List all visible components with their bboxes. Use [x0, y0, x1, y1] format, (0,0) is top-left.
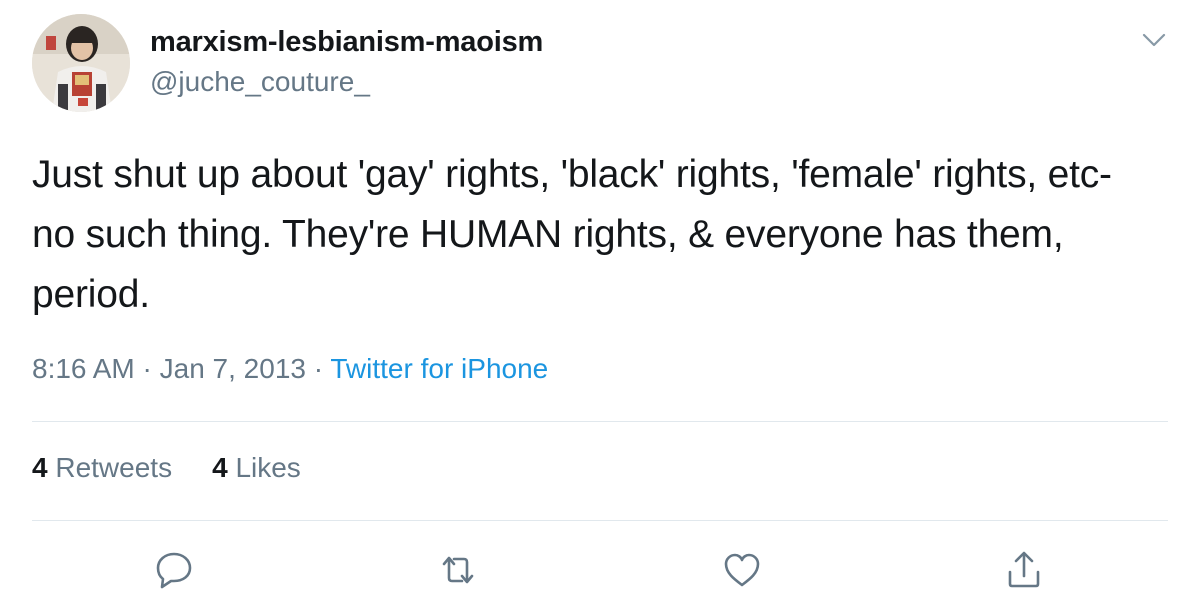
share-icon[interactable]	[1002, 548, 1046, 592]
divider	[32, 421, 1168, 422]
meta-separator: ·	[313, 353, 324, 384]
likes-label: Likes	[235, 452, 301, 483]
tweet-card: marxism-lesbianism-maoism @juche_couture…	[0, 0, 1192, 608]
tweet-time[interactable]: 8:16 AM	[32, 353, 135, 384]
likes-stat[interactable]: 4 Likes	[212, 452, 301, 484]
retweets-count: 4	[32, 452, 48, 483]
tweet-text: Just shut up about 'gay' rights, 'black'…	[32, 153, 1112, 316]
tweet-meta: 8:16 AM · Jan 7, 2013 · Twitter for iPho…	[32, 353, 548, 385]
divider	[32, 520, 1168, 521]
tweet-source-link[interactable]: Twitter for iPhone	[330, 353, 548, 384]
user-handle[interactable]: @juche_couture_	[150, 66, 370, 98]
avatar[interactable]	[32, 14, 130, 112]
retweets-label: Retweets	[55, 452, 173, 483]
retweets-stat[interactable]: 4 Retweets	[32, 452, 172, 484]
tweet-date[interactable]: Jan 7, 2013	[160, 353, 306, 384]
display-name[interactable]: marxism-lesbianism-maoism	[150, 26, 543, 59]
heart-icon[interactable]	[720, 548, 764, 592]
likes-count: 4	[212, 452, 228, 483]
meta-separator: ·	[142, 353, 152, 384]
tweet-stats: 4 Retweets 4 Likes	[32, 452, 341, 484]
reply-icon[interactable]	[152, 548, 196, 592]
chevron-down-icon[interactable]	[1140, 26, 1168, 54]
retweet-icon[interactable]	[436, 548, 480, 592]
